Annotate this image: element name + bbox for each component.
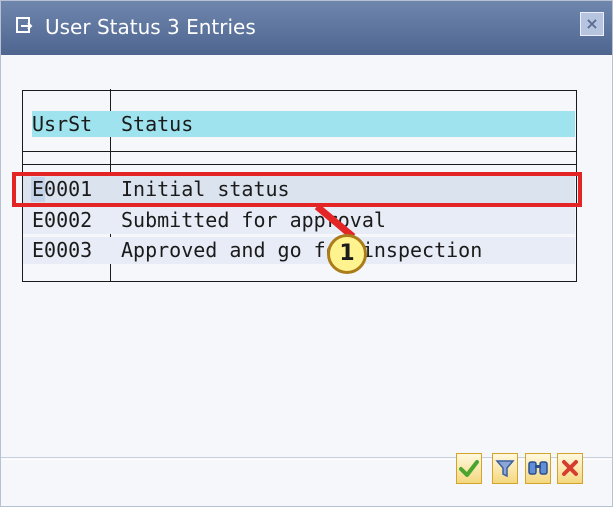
confirm-button[interactable]	[456, 453, 482, 484]
row-code: E0002	[32, 208, 93, 232]
user-status-dialog: User Status 3 Entries × UsrSt Status E00…	[0, 0, 613, 507]
close-button[interactable]: ×	[580, 12, 604, 36]
table-row[interactable]: E0003 Approved and go for inspection	[23, 237, 575, 264]
callout-badge: 1	[327, 234, 367, 274]
find-button[interactable]	[525, 453, 551, 484]
filter-button[interactable]	[492, 453, 518, 484]
cancel-icon	[562, 460, 578, 476]
title-bar: User Status 3 Entries ×	[1, 1, 612, 55]
header-status-label: Status	[121, 112, 194, 136]
footer-divider	[1, 457, 612, 458]
dialog-title: User Status 3 Entries	[45, 15, 256, 39]
row-status: Approved and go for inspection	[121, 238, 483, 262]
header-usrst: UsrSt	[32, 111, 117, 137]
header-separator	[22, 164, 577, 165]
header-separator	[22, 151, 577, 152]
header-status: Status	[113, 111, 575, 137]
highlight-box	[12, 172, 582, 207]
footer-divider	[1, 459, 612, 460]
table-header-row: UsrSt Status	[23, 111, 575, 137]
cancel-button[interactable]	[557, 453, 583, 484]
dialog-icon	[16, 17, 33, 33]
row-code: E0003	[32, 238, 93, 262]
filter-icon	[495, 460, 515, 478]
find-icon	[528, 461, 548, 475]
header-usrst-label: UsrSt	[32, 112, 93, 136]
table-row[interactable]: E0002 Submitted for approval	[23, 207, 575, 234]
check-icon	[459, 460, 479, 477]
